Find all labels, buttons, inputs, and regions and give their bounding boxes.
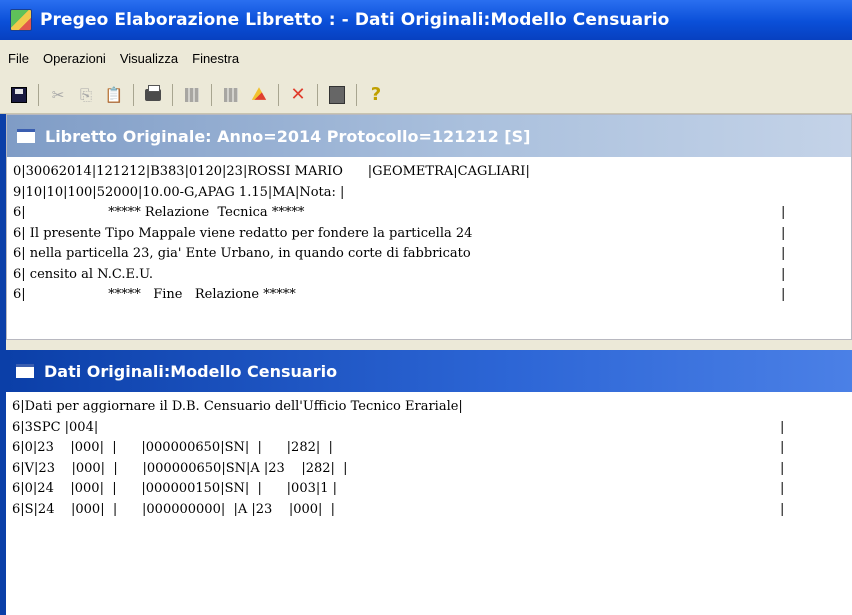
menu-visualizza[interactable]: Visualizza: [120, 51, 178, 66]
censuario-window-titlebar[interactable]: Dati Originali:Modello Censuario: [6, 350, 852, 392]
text-line: 6|0|24 |000| | |000000150|SN| | |003|1 |…: [12, 481, 785, 496]
toolbar-separator: [38, 83, 39, 106]
table-icon: [224, 87, 238, 102]
table-button[interactable]: [220, 84, 242, 106]
menu-file[interactable]: File: [8, 51, 29, 66]
libretto-text-area[interactable]: 0|30062014|121212|B383|0120|23|ROSSI MAR…: [7, 157, 851, 306]
hat-icon: [251, 87, 267, 100]
copy-icon: ⎘: [79, 85, 92, 104]
save-button[interactable]: [8, 84, 30, 106]
text-line: 6|3SPC |004| |: [12, 419, 785, 435]
x-icon: ✕: [290, 84, 306, 105]
help-icon: ?: [370, 84, 382, 105]
text-line: 6|0|23 |000| | |000000650|SN| | |282| | |: [12, 440, 785, 455]
text-line: 6|V|23 |000| | |000000650|SN|A |23 |282|…: [12, 460, 785, 476]
cut-button[interactable]: ✂: [47, 84, 69, 106]
text-line: 6|S|24 |000| | |000000000| |A |23 |000| …: [12, 501, 785, 517]
toolbar-separator: [211, 83, 212, 106]
toolbar: ✂ ⎘ 📋 ✕ ?: [0, 76, 852, 114]
calculator-icon: [329, 85, 345, 104]
help-button[interactable]: ?: [365, 84, 387, 106]
paste-icon: 📋: [104, 85, 124, 104]
libretto-window-title: Libretto Originale: Anno=2014 Protocollo…: [45, 126, 531, 146]
toolbar-separator: [133, 83, 134, 106]
menubar: File Operazioni Visualizza Finestra: [0, 40, 852, 76]
censuario-window-title: Dati Originali:Modello Censuario: [44, 361, 338, 381]
text-line: 6| ***** Relazione Tecnica ***** |: [13, 205, 786, 220]
application-window: Pregeo Elaborazione Libretto : - Dati Or…: [0, 0, 852, 615]
libretto-originale-window[interactable]: Libretto Originale: Anno=2014 Protocollo…: [6, 114, 852, 340]
grid-button[interactable]: [181, 84, 203, 106]
paste-button[interactable]: 📋: [103, 84, 125, 106]
text-line: 9|10|10|100|52000|10.00-G,APAG 1.15|MA|N…: [13, 184, 345, 200]
modello-censuario-window[interactable]: Dati Originali:Modello Censuario 6|Dati …: [6, 350, 852, 615]
save-icon: [11, 86, 27, 103]
app-titlebar[interactable]: Pregeo Elaborazione Libretto : - Dati Or…: [0, 0, 852, 40]
pregeo-app-icon: [10, 9, 32, 31]
window-icon: [17, 129, 35, 143]
print-icon: [145, 84, 161, 101]
text-line: 6| censito al N.C.E.U. |: [13, 266, 786, 282]
app-title: Pregeo Elaborazione Libretto : - Dati Or…: [40, 10, 670, 30]
cut-icon: ✂: [51, 85, 65, 104]
print-button[interactable]: [142, 84, 164, 106]
menu-finestra[interactable]: Finestra: [192, 51, 239, 66]
calculator-button[interactable]: [326, 84, 348, 106]
copy-button[interactable]: ⎘: [75, 84, 97, 106]
text-line: 6| nella particella 23, gia' Ente Urbano…: [13, 246, 786, 261]
grid-icon: [185, 87, 199, 102]
toolbar-separator: [317, 83, 318, 106]
text-line: 6| Il presente Tipo Mappale viene redatt…: [13, 225, 786, 241]
text-line: 0|30062014|121212|B383|0120|23|ROSSI MAR…: [13, 164, 530, 179]
libretto-window-titlebar[interactable]: Libretto Originale: Anno=2014 Protocollo…: [7, 115, 851, 157]
toolbar-separator: [356, 83, 357, 106]
menu-operazioni[interactable]: Operazioni: [43, 51, 106, 66]
window-icon: [16, 364, 34, 378]
hat-button[interactable]: [248, 84, 270, 106]
toolbar-separator: [172, 83, 173, 106]
censuario-text-area[interactable]: 6|Dati per aggiornare il D.B. Censuario …: [6, 392, 852, 520]
delete-button[interactable]: ✕: [287, 84, 309, 106]
text-line: 6|Dati per aggiornare il D.B. Censuario …: [12, 399, 463, 414]
toolbar-separator: [278, 83, 279, 106]
text-line: 6| ***** Fine Relazione ***** |: [13, 287, 786, 302]
